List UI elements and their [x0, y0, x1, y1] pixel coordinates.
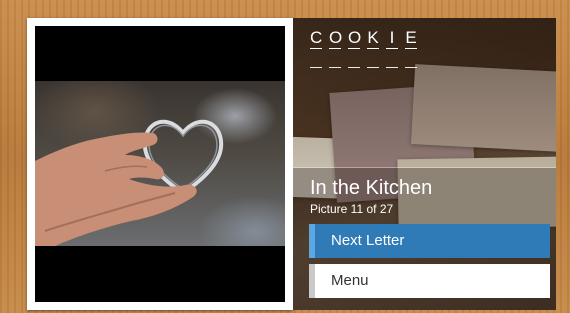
panel-divider — [293, 167, 556, 168]
menu-button[interactable]: Menu — [309, 264, 550, 298]
word-letter: E — [405, 28, 417, 49]
answer-blank — [310, 67, 322, 68]
word-letter: I — [386, 28, 398, 49]
album-title: In the Kitchen — [310, 177, 433, 199]
photo-card — [27, 18, 293, 310]
word-letter: O — [329, 28, 343, 49]
next-letter-button[interactable]: Next Letter — [309, 224, 550, 258]
answer-blanks — [310, 67, 417, 68]
answer-blank — [386, 67, 398, 68]
target-word: C O O K I E — [310, 28, 417, 49]
answer-blank — [367, 67, 379, 68]
word-letter: C — [310, 28, 323, 49]
photo-illustration — [35, 119, 224, 246]
answer-blank — [405, 67, 417, 68]
game-panel: C O O K I E In the Kitchen Picture 11 of… — [293, 18, 556, 310]
answer-blank — [348, 67, 360, 68]
answer-blank — [329, 67, 341, 68]
photo-frame — [35, 26, 285, 302]
word-letter: K — [367, 28, 379, 49]
word-letter: O — [348, 28, 362, 49]
app-screen: C O O K I E In the Kitchen Picture 11 of… — [0, 0, 570, 313]
picture-counter: Picture 11 of 27 — [310, 202, 394, 216]
cookie-cutter-photo — [35, 81, 285, 246]
